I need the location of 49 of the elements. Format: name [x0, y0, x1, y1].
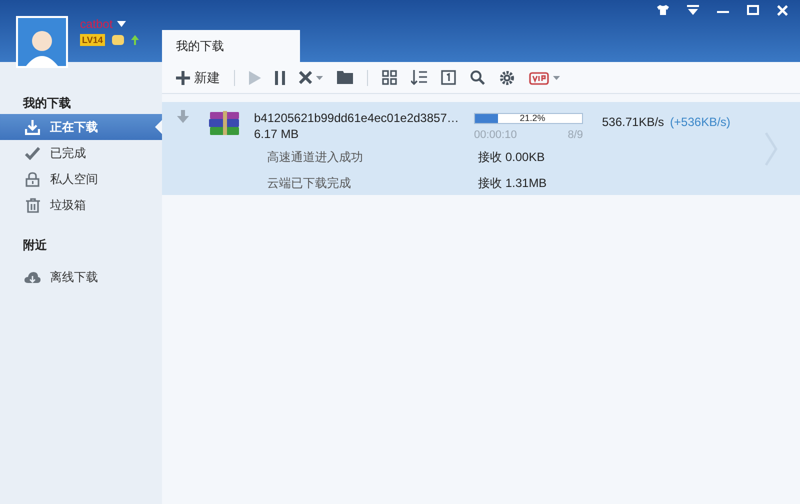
down-arrow-icon — [177, 110, 189, 123]
maximize-icon[interactable] — [747, 5, 759, 15]
channel-status: 云端已下载完成 — [267, 175, 352, 192]
pause-icon[interactable] — [275, 70, 285, 84]
menu-caret-icon[interactable] — [687, 5, 699, 15]
speed-boost: (+536KB/s) — [670, 114, 730, 130]
sort-icon[interactable] — [411, 70, 427, 85]
shirt-icon[interactable] — [657, 4, 669, 16]
file-size: 6.17 MB — [254, 126, 300, 142]
sidebar-item[interactable]: 私人空间 — [0, 166, 162, 192]
download-speed: 536.71KB/s — [602, 114, 664, 130]
caret-icon[interactable] — [553, 76, 560, 80]
section-heading: 我的下载 — [22, 95, 72, 112]
tab[interactable]: 我的下载 — [162, 30, 300, 62]
up-arrow-icon — [130, 35, 139, 45]
avatar[interactable] — [16, 16, 68, 68]
sidebar-item[interactable]: 垃圾箱 — [0, 192, 162, 218]
received-amount: 接收 1.31MB — [478, 175, 547, 192]
search-icon[interactable] — [470, 70, 485, 85]
padlock-icon — [25, 172, 40, 186]
received-amount: 接收 0.00KB — [478, 149, 545, 166]
settings-icon[interactable] — [499, 70, 515, 86]
progress-percent: 21.2% — [518, 113, 546, 124]
download-icon — [25, 120, 40, 134]
level-badge: LV14 — [80, 34, 105, 46]
section-heading: 附近 — [22, 237, 48, 254]
file-name: b41205621b99dd61e4ec01e2d3857… — [254, 110, 460, 126]
sidebar-item[interactable]: 正在下载 — [0, 114, 162, 140]
channel-status: 高速通道进入成功 — [267, 149, 364, 166]
new-task-button[interactable]: 新建 — [176, 68, 220, 88]
close-icon[interactable] — [777, 4, 788, 16]
medal-icon — [110, 34, 125, 46]
grid-icon[interactable] — [382, 70, 397, 85]
plus-icon — [176, 70, 190, 84]
checkmark-icon — [25, 146, 40, 160]
caret-icon[interactable] — [116, 21, 126, 27]
elapsed-time: 00:00:10 — [474, 128, 517, 143]
numbered-box-icon[interactable] — [441, 70, 456, 85]
cloud-icon — [24, 270, 41, 284]
folder-icon[interactable] — [337, 71, 353, 84]
delete-icon[interactable] — [299, 71, 312, 84]
caret-icon[interactable] — [316, 76, 323, 80]
vip-icon[interactable] — [529, 70, 549, 86]
sidebar-item[interactable]: 离线下载 — [0, 264, 162, 290]
archive-books-icon — [208, 110, 241, 136]
piece-count: 8/9 — [568, 128, 583, 143]
trash-icon — [26, 198, 40, 212]
sidebar-item[interactable]: 已完成 — [0, 140, 162, 166]
task-row[interactable]: b41205621b99dd61e4ec01e2d3857… 6.17 MB 00:00:10 8/9 536.71KB/s (+536KB/s) 高速通道进入成功 接收 0.00KB 云端已下载完成 接收 1.31MB 21.2% — [162, 102, 800, 195]
